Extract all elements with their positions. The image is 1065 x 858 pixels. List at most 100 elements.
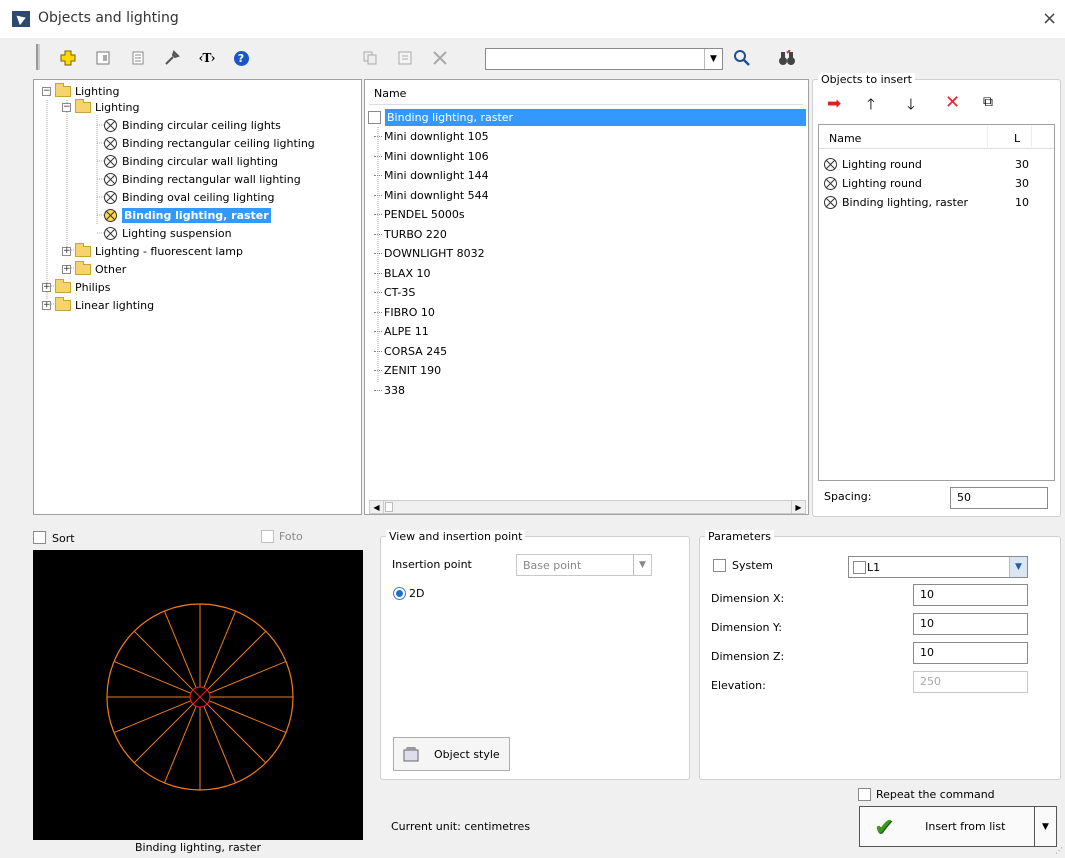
horizontal-scrollbar[interactable]: ◀ ▶: [369, 500, 806, 514]
radio-2d[interactable]: 2D: [393, 587, 424, 600]
sort-label: Sort: [52, 532, 75, 545]
tree-item-selected[interactable]: Binding lighting, raster: [104, 206, 271, 224]
dimension-x-input[interactable]: 10: [913, 584, 1028, 606]
insert-row[interactable]: Binding lighting, raster 10: [824, 193, 1049, 211]
tree-expander[interactable]: +: [42, 300, 51, 310]
tools-icon[interactable]: [161, 47, 183, 69]
copy-icon[interactable]: [359, 47, 381, 69]
list-item[interactable]: 338: [374, 381, 405, 401]
spoke-line: [206, 630, 267, 691]
tree-item[interactable]: Lighting suspension: [104, 224, 232, 242]
table-icon[interactable]: [394, 47, 416, 69]
list-item[interactable]: TURBO 220: [374, 225, 447, 245]
col-name-header[interactable]: Name: [829, 132, 861, 145]
search-dropdown-arrow[interactable]: ▼: [704, 49, 722, 69]
list-item[interactable]: FIBRO 10: [374, 303, 435, 323]
category-tree[interactable]: − Lighting − Lighting Binding circular cei…: [33, 79, 362, 515]
card-icon[interactable]: [92, 47, 114, 69]
tree-expander[interactable]: −: [62, 102, 71, 112]
spoke-line: [113, 660, 191, 694]
spacing-input[interactable]: 50: [950, 487, 1048, 509]
add-icon[interactable]: [57, 47, 79, 69]
spoke-line: [133, 630, 194, 691]
elevation-input[interactable]: 250: [913, 671, 1028, 693]
folder-icon: [55, 296, 71, 311]
object-list[interactable]: Name Binding lighting, raster Mini downl…: [364, 79, 809, 515]
insert-table[interactable]: Name L Lighting round 30 Lighting round …: [818, 124, 1055, 481]
move-up-icon[interactable]: 🡑: [867, 94, 875, 119]
remove-icon[interactable]: ✕: [945, 92, 960, 113]
tree-item[interactable]: Binding circular wall lighting: [104, 152, 278, 170]
tree-item[interactable]: + Other: [62, 260, 126, 278]
list-item-selected[interactable]: Binding lighting, raster: [368, 109, 806, 126]
lamp-icon: [104, 154, 117, 168]
delete-icon[interactable]: [429, 47, 451, 69]
folder-icon: [75, 242, 91, 257]
system-dropdown-arrow[interactable]: ▼: [1009, 557, 1027, 577]
sort-checkbox[interactable]: [33, 531, 46, 544]
resize-grip-icon[interactable]: ⋰: [1055, 846, 1063, 855]
move-down-icon[interactable]: 🡓: [907, 94, 915, 119]
list-item[interactable]: ALPE 11: [374, 322, 429, 342]
text-tag-icon[interactable]: ‹T›: [196, 47, 218, 69]
object-style-button[interactable]: Object style: [393, 737, 510, 771]
tree-expander[interactable]: −: [42, 86, 51, 96]
toolbar-grip[interactable]: [36, 44, 40, 70]
binoculars-icon[interactable]: [776, 47, 798, 69]
tree-item[interactable]: + Lighting - fluorescent lamp: [62, 242, 243, 260]
list-item[interactable]: Mini downlight 544: [374, 186, 489, 206]
lamp-icon: [104, 118, 117, 132]
folder-icon: [55, 82, 71, 97]
help-icon[interactable]: ?: [230, 47, 252, 69]
tree-item[interactable]: + Philips: [42, 278, 111, 296]
foto-checkbox[interactable]: [261, 530, 274, 543]
search-icon[interactable]: [731, 47, 753, 69]
list-item[interactable]: PENDEL 5000s: [374, 205, 465, 225]
search-combo[interactable]: ▼: [485, 48, 723, 70]
tree-item[interactable]: Binding rectangular ceiling lighting: [104, 134, 315, 152]
close-icon[interactable]: ×: [1042, 8, 1057, 29]
tree-expander[interactable]: +: [62, 246, 71, 256]
scroll-left-button[interactable]: ◀: [370, 501, 384, 513]
col-l-header[interactable]: L: [1014, 132, 1020, 145]
list-item[interactable]: ZENIT 190: [374, 361, 441, 381]
copy-insert-icon[interactable]: ⧉: [983, 94, 993, 110]
add-to-insert-icon[interactable]: ➡: [827, 94, 841, 114]
list-item[interactable]: CORSA 245: [374, 342, 447, 362]
search-input[interactable]: [486, 49, 696, 69]
object-style-icon: [403, 747, 419, 762]
scroll-thumb[interactable]: [385, 502, 393, 512]
tree-item[interactable]: + Linear lighting: [42, 296, 154, 314]
insert-dropdown-arrow[interactable]: ▼: [1034, 807, 1056, 846]
list-item[interactable]: Mini downlight 105: [374, 127, 489, 147]
lamp-icon: [104, 226, 117, 240]
window-title: Objects and lighting: [38, 10, 179, 26]
list-item[interactable]: DOWNLIGHT 8032: [374, 244, 485, 264]
insert-row[interactable]: Lighting round 30: [824, 174, 1049, 192]
list-item-checkbox[interactable]: [368, 111, 381, 124]
tree-item[interactable]: Binding circular ceiling lights: [104, 116, 281, 134]
list-item[interactable]: Mini downlight 144: [374, 166, 489, 186]
tree-expander[interactable]: +: [42, 282, 51, 292]
insertion-point-select[interactable]: Base point ▼: [516, 554, 652, 576]
radio-2d-button[interactable]: [393, 587, 406, 600]
dimension-z-input[interactable]: 10: [913, 642, 1028, 664]
list-item[interactable]: BLAX 10: [374, 264, 430, 284]
tree-expander[interactable]: +: [62, 264, 71, 274]
scroll-right-button[interactable]: ▶: [791, 501, 805, 513]
repeat-command-checkbox[interactable]: [858, 788, 871, 801]
insertion-dropdown-arrow[interactable]: ▼: [633, 555, 651, 575]
tree-item[interactable]: Binding rectangular wall lighting: [104, 170, 301, 188]
list-item[interactable]: CT-3S: [374, 283, 415, 303]
insert-from-list-button[interactable]: ✔ Insert from list ▼: [859, 806, 1057, 847]
tree-item[interactable]: Binding oval ceiling lighting: [104, 188, 274, 206]
preview-canvas: [33, 550, 363, 840]
list-item[interactable]: Mini downlight 106: [374, 147, 489, 167]
system-checkbox[interactable]: [713, 559, 726, 572]
dimension-y-input[interactable]: 10: [913, 613, 1028, 635]
tree-item[interactable]: − Lighting: [62, 98, 139, 116]
system-select[interactable]: L1 ▼: [848, 556, 1028, 578]
list-icon[interactable]: [127, 47, 149, 69]
lamp-icon: [104, 172, 117, 186]
insert-row[interactable]: Lighting round 30: [824, 155, 1049, 173]
